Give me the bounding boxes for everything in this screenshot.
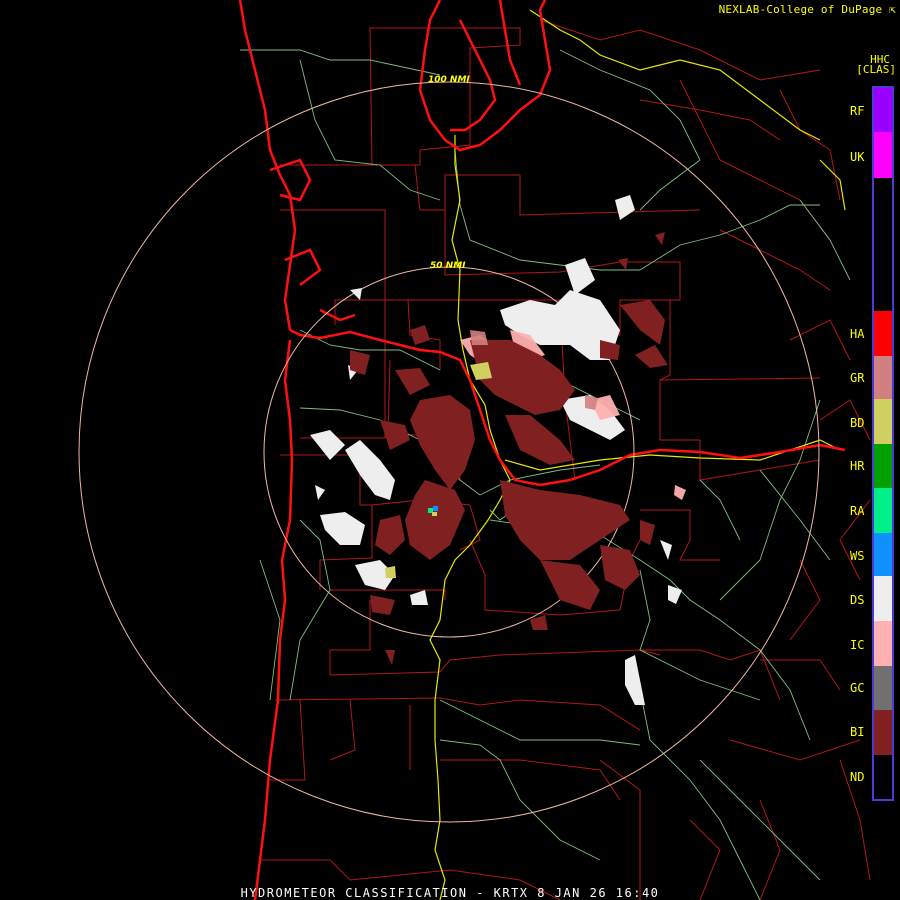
legend-label-uk: UK — [850, 150, 865, 164]
legend-label-gr: GR — [850, 371, 865, 385]
legend-swatch-rf — [874, 88, 892, 132]
legend-label-ws: WS — [850, 549, 865, 563]
legend-swatch-nd — [874, 755, 892, 798]
highways — [240, 49, 851, 900]
legend-label-gc: GC — [850, 681, 865, 695]
external-link-icon[interactable]: ⇱ — [889, 3, 896, 16]
ring-label-50: 50 NMI — [430, 261, 466, 271]
legend-swatch-gc — [874, 666, 892, 710]
legend-swatch-ds — [874, 576, 892, 621]
ring-label-100: 100 NMI — [428, 75, 470, 85]
legend-swatch-bi — [874, 710, 892, 755]
credit-label: NEXLAB-College of DuPage — [718, 3, 883, 16]
legend-label-ha: HA — [850, 327, 865, 341]
legend-label-ra: RA — [850, 504, 865, 518]
legend-label-hr: HR — [850, 459, 865, 473]
radar-map: 50 NMI 100 NMI — [78, 0, 871, 900]
legend-swatch-ra — [874, 488, 892, 533]
legend-label-rf: RF — [850, 104, 865, 118]
legend-label-nd: ND — [850, 770, 865, 784]
legend-label-ds: DS — [850, 593, 865, 607]
radar-echoes — [310, 195, 686, 705]
footer-title: HYDROMETEOR CLASSIFICATION - KRTX 8 JAN … — [240, 886, 660, 900]
legend-label-ic: IC — [850, 638, 865, 652]
legend-swatch-ic — [874, 621, 892, 666]
legend-swatch-gr — [874, 356, 892, 399]
product-class: [CLAS] — [856, 63, 896, 76]
legend-colorbar — [872, 86, 894, 801]
legend-swatch-ws — [874, 533, 892, 576]
legend-swatch-hr — [874, 444, 892, 488]
legend-label-bi: BI — [850, 725, 865, 739]
credit-text: NEXLAB-College of DuPage ⇱ — [719, 3, 896, 16]
legend-swatch-uk — [874, 132, 892, 178]
legend-swatch-ha — [874, 311, 892, 356]
legend-swatch-bd — [874, 399, 892, 444]
legend-label-bd: BD — [850, 416, 865, 430]
